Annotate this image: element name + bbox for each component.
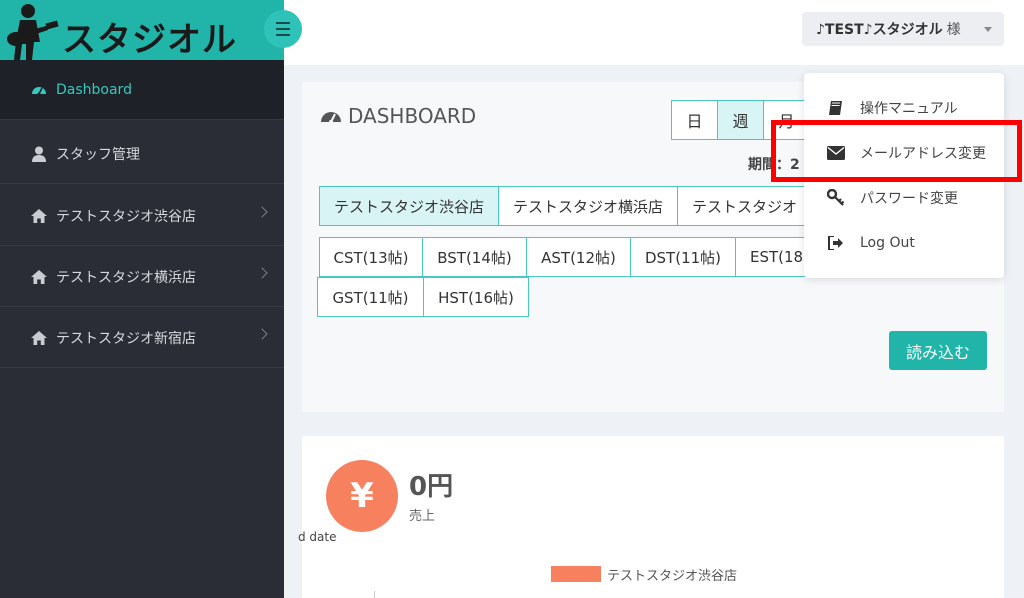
sidebar-item-label: テストスタジオ渋谷店 <box>56 208 196 225</box>
chart-axis-line <box>374 591 375 598</box>
chevron-right-icon <box>256 267 268 279</box>
menu-item-label: パスワード変更 <box>860 191 958 207</box>
period-selector: 日 週 月 <box>671 100 810 140</box>
menu-item-manual[interactable]: 操作マニュアル <box>804 88 1004 128</box>
room-button[interactable]: CST(13帖) <box>319 237 423 277</box>
dashboard-gauge-icon <box>320 105 342 127</box>
menu-item-change-password[interactable]: パスワード変更 <box>804 178 1004 218</box>
store-button-shibuya[interactable]: テストスタジオ渋谷店 <box>319 186 500 226</box>
menu-item-log-out[interactable]: Log Out <box>804 223 1004 263</box>
store-selector: テストスタジオ渋谷店 テストスタジオ横浜店 テストスタジオ <box>319 186 813 226</box>
legend-label[interactable]: テストスタジオ渋谷店 <box>607 565 737 584</box>
chevron-right-icon <box>256 328 268 340</box>
dashboard-gauge-icon <box>30 81 48 99</box>
home-icon <box>30 207 48 225</box>
user-dropdown-menu: 操作マニュアル メールアドレス変更 パスワード変更 Log Out <box>804 73 1004 278</box>
user-name: ♪TEST♪スタジオル <box>816 22 943 38</box>
sidebar-item-shibuya[interactable]: テストスタジオ渋谷店 <box>0 186 284 246</box>
sales-value: 0円 <box>409 472 454 502</box>
menu-item-label: Log Out <box>860 235 915 251</box>
sales-label: 売上 <box>409 509 436 524</box>
book-icon <box>826 98 846 118</box>
guitarist-logo-icon <box>7 4 59 60</box>
key-icon <box>826 188 846 208</box>
period-day-button[interactable]: 日 <box>671 100 718 140</box>
load-button[interactable]: 読み込む <box>889 331 987 370</box>
store-button-yokohama[interactable]: テストスタジオ横浜店 <box>498 186 679 226</box>
home-icon <box>30 329 48 347</box>
sidebar-item-staff[interactable]: スタッフ管理 <box>0 124 284 184</box>
caret-down-icon <box>984 27 992 32</box>
user-icon <box>30 145 48 163</box>
room-button[interactable]: HST(16帖) <box>423 277 529 317</box>
room-selector-row: GST(11帖) HST(16帖) <box>317 277 529 317</box>
user-menu-button[interactable]: ♪TEST♪スタジオル 様 <box>802 12 1004 46</box>
sidebar-item-yokohama[interactable]: テストスタジオ横浜店 <box>0 247 284 307</box>
chevron-right-icon <box>256 206 268 218</box>
yen-icon: ¥ <box>326 460 398 532</box>
sidebar-item-shinjuku[interactable]: テストスタジオ新宿店 <box>0 308 284 368</box>
chart-axis-label: d date <box>298 530 337 544</box>
page-title-text: DASHBOARD <box>348 104 477 128</box>
brand-logo-area[interactable]: スタジオル <box>0 0 284 65</box>
menu-item-label: メールアドレス変更 <box>860 146 986 162</box>
sidebar-item-dashboard[interactable]: Dashboard <box>0 60 284 120</box>
period-month-button[interactable]: 月 <box>763 100 810 140</box>
room-button[interactable]: BST(14帖) <box>422 237 527 277</box>
sidebar-item-label: テストスタジオ横浜店 <box>56 269 196 286</box>
page-title: DASHBOARD <box>320 104 476 128</box>
home-icon <box>30 268 48 286</box>
legend-swatch[interactable] <box>551 566 601 582</box>
store-button-shinjuku[interactable]: テストスタジオ <box>677 186 813 226</box>
hamburger-icon <box>276 20 290 38</box>
sidebar: スタジオル Dashboard スタッフ管理 テストスタジオ渋谷店 テストスタジ… <box>0 0 284 598</box>
room-button[interactable]: DST(11帖) <box>630 237 736 277</box>
envelope-icon <box>826 143 846 163</box>
room-button[interactable]: AST(12帖) <box>526 237 631 277</box>
menu-item-change-email[interactable]: メールアドレス変更 <box>804 133 1004 173</box>
sidebar-item-label: Dashboard <box>56 81 132 98</box>
menu-toggle-button[interactable] <box>264 10 302 48</box>
room-selector-row: CST(13帖) BST(14帖) AST(12帖) DST(11帖) EST(… <box>319 237 825 277</box>
brand-logo-text: スタジオル <box>62 20 237 60</box>
period-label: 期間：2 <box>748 157 800 173</box>
sign-out-icon <box>826 233 846 253</box>
sidebar-item-label: スタッフ管理 <box>56 146 140 163</box>
room-button[interactable]: GST(11帖) <box>317 277 424 317</box>
user-suffix: 様 <box>946 22 961 38</box>
sidebar-item-label: テストスタジオ新宿店 <box>56 330 196 347</box>
period-week-button[interactable]: 週 <box>717 100 764 140</box>
menu-item-label: 操作マニュアル <box>860 101 958 117</box>
